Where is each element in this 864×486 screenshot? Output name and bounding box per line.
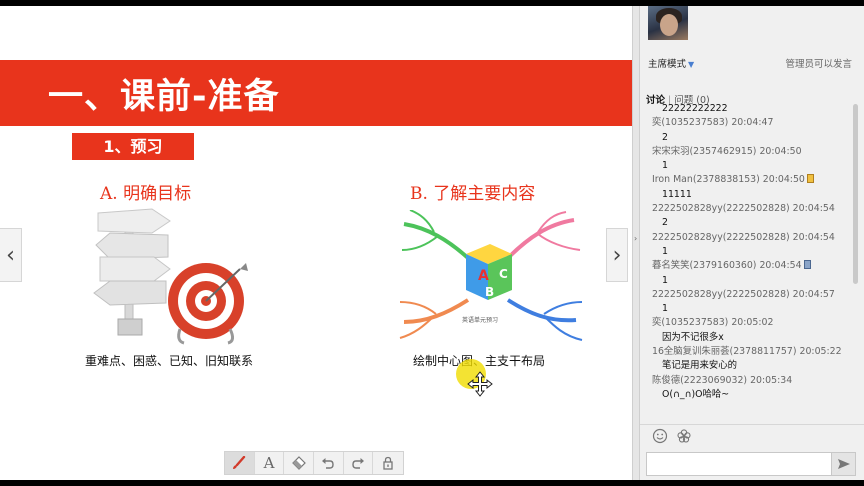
- mindmap-letter-a: A: [478, 268, 489, 284]
- chat-message-text: 1: [662, 245, 668, 257]
- chat-input[interactable]: [646, 452, 832, 476]
- text-tool-button[interactable]: A: [255, 452, 285, 474]
- chat-message-text: 笔记是用来安心的: [662, 360, 738, 372]
- signpost-target-illustration: [93, 208, 248, 345]
- chevron-right-icon: ›: [612, 242, 622, 268]
- slide-canvas: 一、课前-准备 1、预习 A. 明确目标 B. 了解主要内容 A C B 英语单…: [0, 6, 632, 480]
- drawing-toolbar: A: [224, 451, 404, 475]
- mode-note: 管理员可以发言: [785, 59, 852, 70]
- chat-message-list: 22222222222 奕(1035237583) 20:04:47 2 宋宋宋羽(2…: [640, 102, 852, 402]
- lock-button[interactable]: [373, 452, 403, 474]
- brush-icon: [233, 456, 246, 469]
- section-b-heading: B. 了解主要内容: [410, 184, 536, 204]
- chat-message-text: O(∩_∩)O哈哈~: [662, 388, 730, 400]
- mindmap-letter-c: C: [499, 267, 508, 281]
- mode-dropdown[interactable]: 主席模式 ▼: [648, 56, 694, 70]
- chat-message-meta: 16全脑复训朱丽荟(2378811757) 20:05:22: [652, 346, 842, 358]
- chat-message-text: 2: [662, 217, 668, 229]
- chat-message-text: 因为不记很多x: [662, 331, 724, 343]
- chevron-down-icon: ▼: [688, 60, 695, 69]
- chat-message-meta: Iron Man(2378838153) 20:04:50: [640, 173, 852, 187]
- brush-tool-button[interactable]: [225, 452, 255, 474]
- chat-message-text: 1: [662, 160, 668, 172]
- chat-message-text: 1: [662, 303, 668, 315]
- flower-icon[interactable]: [676, 428, 692, 444]
- panel-collapse-handle[interactable]: ›: [632, 6, 640, 480]
- collapse-arrow-icon: ›: [634, 234, 638, 243]
- previous-slide-button[interactable]: ‹: [0, 228, 22, 282]
- chat-message-meta: 2222502828yy(2222502828) 20:04:54: [652, 203, 835, 215]
- chevron-left-icon: ‹: [6, 242, 15, 268]
- chat-message-meta: 暮名笑笑(2379160360) 20:04:54: [640, 259, 852, 273]
- redo-button[interactable]: [344, 452, 374, 474]
- mindmap-center-text: 英语单元预习: [462, 316, 498, 324]
- chat-message-meta: 奕(1035237583) 20:04:47: [652, 117, 774, 129]
- member-badge-icon: [806, 174, 814, 184]
- chat-message-text: 22222222222: [662, 103, 728, 114]
- chat-scrollbar[interactable]: [853, 104, 859, 422]
- send-button[interactable]: [832, 452, 856, 476]
- mindmap-letter-b: B: [485, 285, 494, 299]
- mindmap-illustration: A C B 英语单元预习: [399, 210, 583, 341]
- eraser-icon: [291, 456, 306, 470]
- chat-message-meta: 2222502828yy(2222502828) 20:04:57: [652, 288, 835, 300]
- redo-icon: [352, 458, 365, 469]
- lock-icon: [383, 456, 393, 470]
- undo-button[interactable]: [314, 452, 344, 474]
- undo-icon: [322, 458, 335, 469]
- chat-message-meta: 奕(1035237583) 20:05:02: [652, 317, 774, 329]
- text-icon: A: [263, 454, 275, 472]
- slide-subheading: 1、预习: [72, 133, 194, 160]
- chat-panel: 主席模式 ▼ 管理员可以发言 讨论 | 问题 (0) 22222222222 奕(103…: [640, 6, 864, 480]
- move-cursor-icon: [467, 371, 493, 397]
- chat-message-text: 11111: [662, 188, 692, 200]
- presenter-avatar: [648, 6, 688, 40]
- section-a-caption: 重难点、困惑、已知、旧知联系: [85, 354, 254, 368]
- phone-badge-icon: [803, 260, 811, 270]
- chat-scrollbar-thumb[interactable]: [853, 104, 858, 284]
- chat-message-meta: 2222502828yy(2222502828) 20:04:54: [652, 231, 835, 243]
- chat-message-text: 2: [662, 131, 668, 143]
- chat-message-text: 1: [662, 274, 668, 286]
- chat-message-meta: 陈俊德(2223069032) 20:05:34: [652, 374, 793, 386]
- send-icon: [837, 459, 850, 469]
- eraser-tool-button[interactable]: [284, 452, 315, 474]
- emoji-icon[interactable]: [652, 428, 668, 444]
- slide-title: 一、课前-准备: [48, 77, 280, 117]
- chat-message-meta: 宋宋宋羽(2357462915) 20:04:50: [652, 145, 802, 157]
- mode-label: 主席模式: [648, 59, 687, 70]
- next-slide-button[interactable]: ›: [606, 228, 628, 282]
